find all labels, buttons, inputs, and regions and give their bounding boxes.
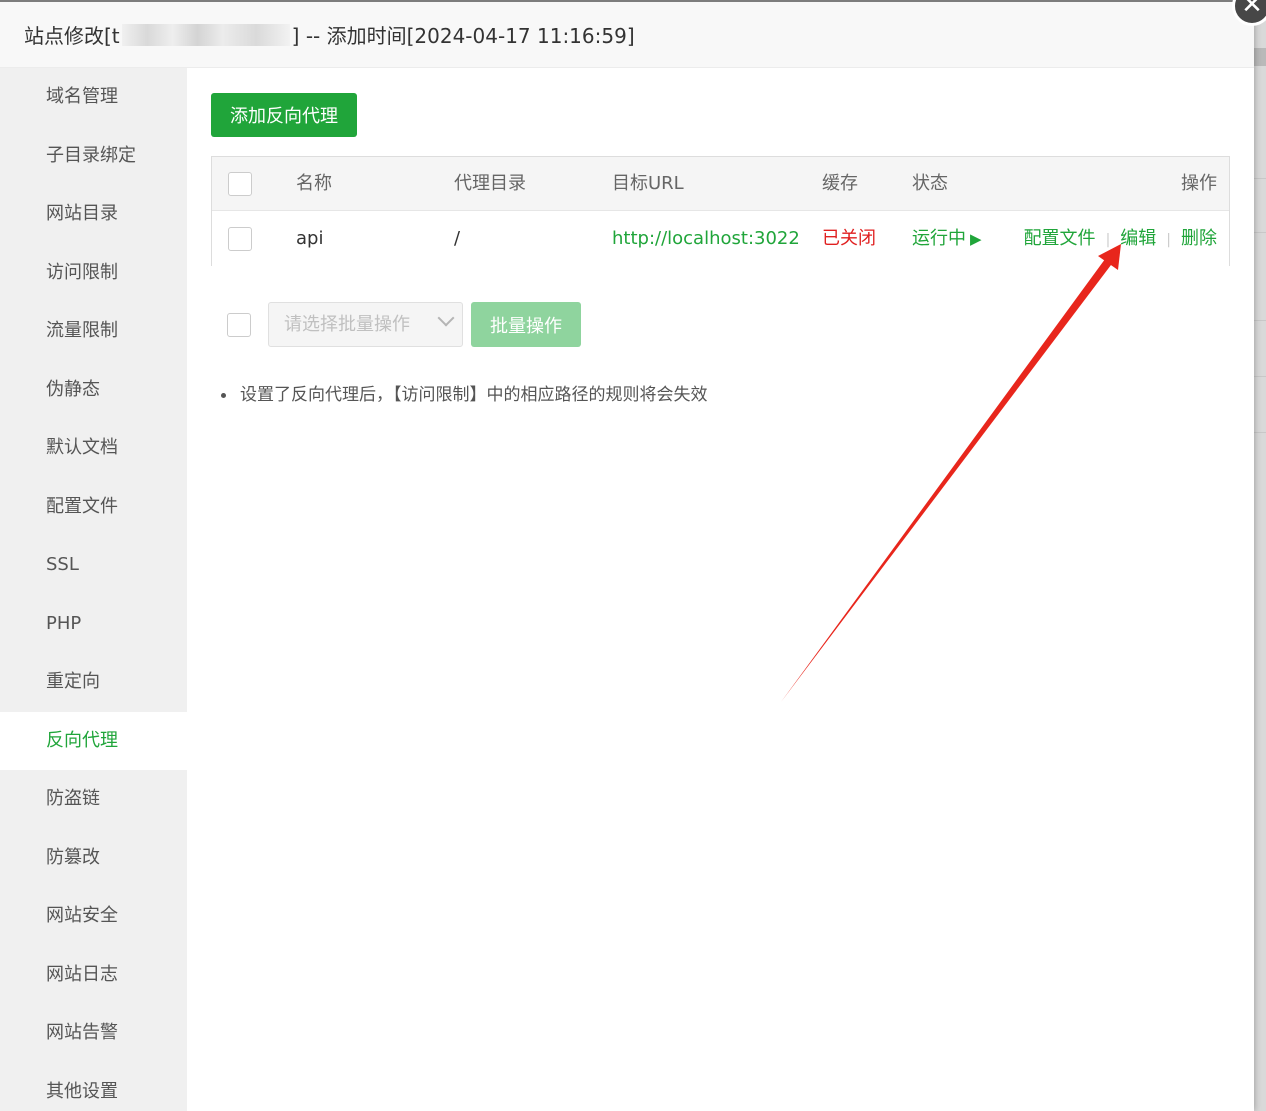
edit-link[interactable]: 编辑 (1120, 228, 1156, 249)
header-cache: 缓存 (822, 173, 858, 194)
row-status-text: 运行中 (912, 228, 966, 249)
proxy-table: 名称 代理目录 目标URL 缓存 状态 操作 api / http://loca… (211, 156, 1230, 266)
sidebar-item-default-doc[interactable]: 默认文档 (0, 419, 187, 478)
sidebar-item-reverse-proxy[interactable]: 反向代理 (0, 711, 187, 770)
row-operations: 配置文件 | 编辑 | 删除 (1024, 212, 1217, 266)
background-divider (1254, 432, 1266, 433)
sidebar-item-redirect[interactable]: 重定向 (0, 653, 187, 712)
op-separator: | (1166, 232, 1171, 248)
header-target-url: 目标URL (612, 173, 684, 194)
background-divider (1254, 320, 1266, 321)
dialog-title-suffix: ] -- 添加时间[2024-04-17 11:16:59] (291, 24, 635, 48)
row-target-url: http://localhost:3022 (612, 228, 800, 249)
background-text-fragment (1254, 48, 1266, 66)
chevron-down-icon (437, 309, 455, 327)
bullet-dot (221, 392, 226, 398)
tips-list: 设置了反向代理后，【访问限制】中的相应路径的规则将会失效 (221, 380, 708, 405)
row-proxy-path: / (454, 228, 461, 249)
sidebar-item-config-file[interactable]: 配置文件 (0, 478, 187, 537)
sidebar-item-site-directory[interactable]: 网站目录 (0, 185, 187, 244)
row-status-toggle[interactable]: 运行中 ▶ (912, 212, 982, 266)
header-operations: 操作 (1181, 173, 1217, 194)
sidebar-item-site-logs[interactable]: 网站日志 (0, 946, 187, 1005)
dialog-title-prefix: 站点修改[t (24, 24, 120, 48)
batch-operations-bar: 请选择批量操作 批量操作 (227, 302, 627, 348)
tip-text: 设置了反向代理后，【访问限制】中的相应路径的规则将会失效 (240, 385, 708, 405)
op-separator: | (1105, 232, 1111, 248)
play-icon: ▶ (970, 230, 982, 248)
batch-operation-select[interactable]: 请选择批量操作 (268, 302, 463, 347)
dialog-titlebar: 站点修改[t ] -- 添加时间[2024-04-17 11:16:59] (0, 2, 1254, 68)
table-header-row: 名称 代理目录 目标URL 缓存 状态 操作 (212, 157, 1229, 211)
background-divider (1254, 178, 1266, 179)
sidebar-item-tamper-protection[interactable]: 防篡改 (0, 829, 187, 888)
header-name: 名称 (296, 173, 332, 194)
batch-select-checkbox[interactable] (227, 313, 251, 337)
sidebar-item-ssl[interactable]: SSL (0, 536, 187, 595)
reverse-proxy-panel: 添加反向代理 名称 代理目录 目标URL 缓存 状态 操作 api / http… (211, 68, 1231, 1111)
sidebar-item-subdir-binding[interactable]: 子目录绑定 (0, 127, 187, 186)
add-reverse-proxy-button[interactable]: 添加反向代理 (211, 93, 357, 137)
config-file-link[interactable]: 配置文件 (1024, 228, 1096, 249)
sidebar-item-php[interactable]: PHP (0, 595, 187, 654)
sidebar-item-hotlink-protection[interactable]: 防盗链 (0, 770, 187, 829)
sidebar-item-site-alerts[interactable]: 网站告警 (0, 1004, 187, 1063)
background-divider (1254, 232, 1266, 233)
site-settings-dialog: 站点修改[t ] -- 添加时间[2024-04-17 11:16:59] 域名… (0, 0, 1254, 1111)
sidebar-item-other-settings[interactable]: 其他设置 (0, 1063, 187, 1111)
row-name: api (296, 228, 324, 249)
select-all-checkbox[interactable] (228, 172, 252, 196)
row-cache-toggle[interactable]: 已关闭 (822, 212, 876, 266)
background-page (1254, 0, 1266, 1111)
sidebar-item-traffic-limit[interactable]: 流量限制 (0, 302, 187, 361)
sidebar-item-access-limit[interactable]: 访问限制 (0, 244, 187, 303)
settings-sidebar: 域名管理 子目录绑定 网站目录 访问限制 流量限制 伪静态 默认文档 配置文件 … (0, 68, 187, 1111)
sidebar-item-site-security[interactable]: 网站安全 (0, 887, 187, 946)
header-proxy-path: 代理目录 (454, 173, 526, 194)
batch-select-placeholder: 请选择批量操作 (284, 314, 410, 335)
redacted-site-name (121, 23, 290, 46)
delete-link[interactable]: 删除 (1181, 228, 1217, 249)
table-row: api / http://localhost:3022 已关闭 运行中 ▶ 配置文… (212, 212, 1229, 266)
batch-operation-button[interactable]: 批量操作 (471, 302, 581, 347)
background-divider (1254, 376, 1266, 377)
sidebar-item-domain[interactable]: 域名管理 (0, 68, 187, 127)
header-status: 状态 (912, 173, 948, 194)
sidebar-item-rewrite[interactable]: 伪静态 (0, 361, 187, 420)
row-checkbox[interactable] (228, 227, 252, 251)
